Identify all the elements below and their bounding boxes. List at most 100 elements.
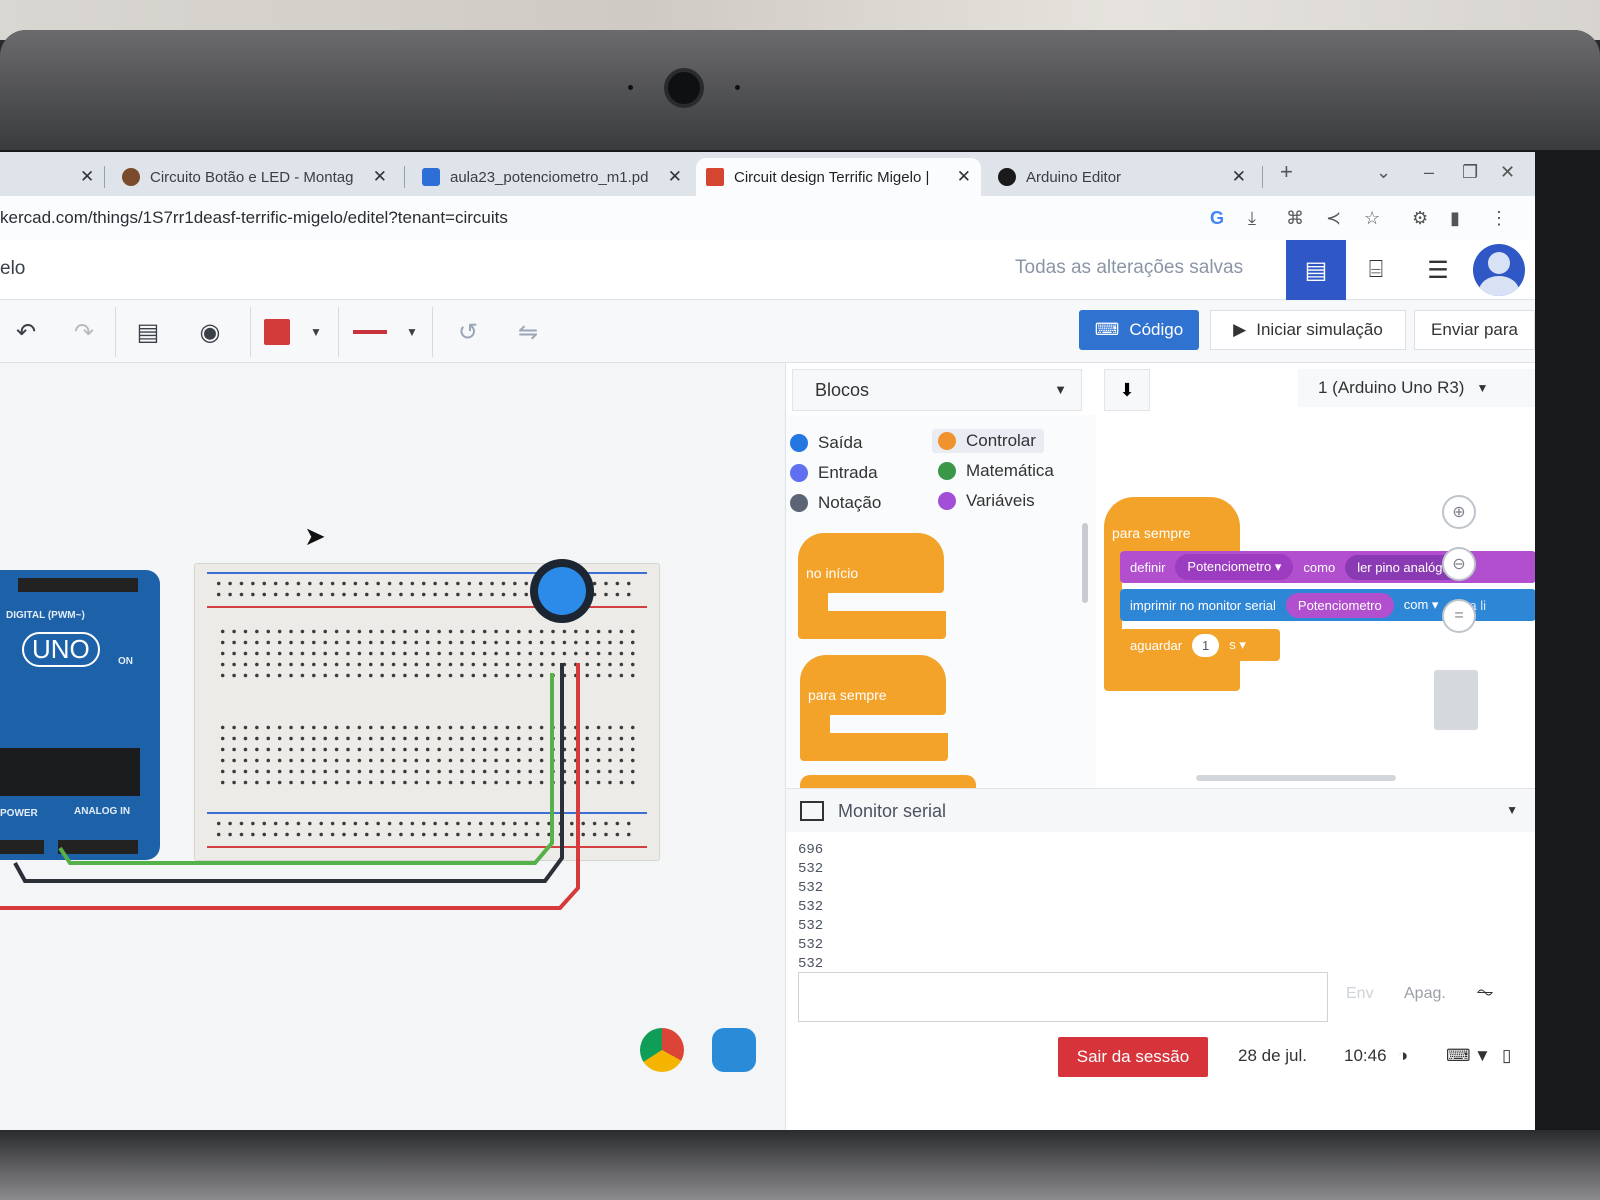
serial-line: 532	[798, 861, 824, 877]
category-controlar[interactable]: Controlar	[932, 429, 1044, 453]
star-icon[interactable]: ☆	[1364, 208, 1380, 229]
trash-icon[interactable]	[1434, 670, 1478, 730]
tab-title: Circuito Botão e LED - Montag	[150, 168, 354, 186]
palette-block-partial[interactable]	[800, 775, 976, 788]
share-icon[interactable]: ≺	[1326, 208, 1341, 229]
start-simulation-label: Iniciar simulação	[1256, 320, 1383, 339]
serial-monitor-icon	[800, 801, 824, 821]
minimize-icon[interactable]: –	[1424, 162, 1434, 183]
notes-visibility-icon[interactable]: ◉	[190, 313, 230, 351]
download-icon: ⬇	[1119, 379, 1135, 400]
send-button[interactable]: Env	[1346, 985, 1374, 1003]
install-icon[interactable]: ⤓	[1248, 208, 1256, 229]
google-icon[interactable]: G	[1210, 208, 1224, 229]
close-icon[interactable]: ✕	[80, 167, 94, 187]
shelf-time[interactable]: 10:46	[1344, 1046, 1387, 1066]
battery-icon[interactable]: ▯	[1502, 1046, 1511, 1066]
keyboard-layout-icon[interactable]: ⌨	[1446, 1046, 1471, 1066]
variable-dropdown[interactable]: Potenciometro ▾	[1175, 554, 1294, 580]
notes-icon[interactable]: ▤	[128, 313, 168, 351]
rotate-icon[interactable]: ↺	[448, 313, 488, 351]
workspace-scrollbar[interactable]	[1196, 775, 1396, 781]
code-panel: Blocos ▼ ⬇ 1 (Arduino Uno R3) ▼ Saída En…	[785, 363, 1535, 1132]
wire-style[interactable]	[350, 313, 390, 351]
url-text[interactable]: kercad.com/things/1S7rr1deasf-terrific-m…	[0, 208, 508, 228]
chevron-down-icon[interactable]: ▼	[404, 313, 420, 351]
download-button[interactable]: ⬇	[1104, 369, 1150, 411]
close-icon[interactable]: ✕	[668, 167, 682, 187]
color-swatch[interactable]	[262, 313, 292, 351]
category-notacao[interactable]: Notação	[790, 493, 881, 513]
component-list-button[interactable]: ☰	[1408, 240, 1468, 300]
zoom-in-icon[interactable]: ⊕	[1442, 495, 1476, 529]
tab-circuito-botao[interactable]: Circuito Botão e LED - Montag ✕	[112, 158, 397, 196]
zoom-reset-icon[interactable]: =	[1442, 599, 1476, 633]
caret-down-icon: ▼	[1054, 382, 1067, 397]
zoom-out-icon[interactable]: ⊖	[1442, 547, 1476, 581]
category-saida[interactable]: Saída	[790, 433, 862, 453]
flip-icon[interactable]: ⇋	[508, 313, 548, 351]
wait-block[interactable]: aguardar 1 s ▾	[1120, 629, 1280, 661]
new-tab-icon[interactable]: +	[1280, 159, 1293, 185]
tab-arduino-editor[interactable]: Arduino Editor ✕	[988, 158, 1256, 196]
avatar[interactable]	[1473, 244, 1525, 296]
send-to-button[interactable]: Enviar para	[1414, 310, 1535, 350]
block-label: definir	[1130, 559, 1166, 575]
block-label: para sempre	[1112, 525, 1191, 541]
tab-circuit-design[interactable]: Circuit design Terrific Migelo | ✕	[696, 158, 981, 196]
chrome-app-icon[interactable]	[640, 1028, 684, 1072]
code-button[interactable]: ⌨ Código	[1079, 310, 1199, 350]
circuit-view-button[interactable]: ▤	[1286, 240, 1346, 300]
shelf-date[interactable]: 28 de jul.	[1238, 1046, 1307, 1066]
board-select[interactable]: 1 (Arduino Uno R3) ▼	[1298, 369, 1535, 407]
code-mode-value: Blocos	[815, 379, 870, 400]
menu-icon[interactable]: ⋮	[1490, 208, 1508, 229]
tab-hidden[interactable]: ✕	[0, 158, 100, 196]
block-label: aguardar	[1130, 637, 1183, 653]
redo-icon[interactable]: ↷	[66, 313, 102, 351]
category-matematica[interactable]: Matemática	[938, 461, 1054, 481]
start-simulation-button[interactable]: ▶ Iniciar simulação	[1210, 310, 1406, 350]
category-entrada[interactable]: Entrada	[790, 463, 878, 483]
circuit-toolbar: ↶ ↷ ▤ ◉ ▼ ▼ ↺ ⇋ ⌨ Código ▶ Iniciar simul…	[0, 301, 1535, 363]
close-icon[interactable]: ✕	[1232, 167, 1246, 187]
tinkercad-grid-favicon-icon	[706, 168, 724, 186]
clear-button[interactable]: Apag.	[1404, 985, 1446, 1003]
send-to-label: Enviar para	[1431, 320, 1518, 339]
logout-button[interactable]: Sair da sessão	[1058, 1037, 1208, 1077]
category-dot-icon	[938, 462, 956, 480]
camera-sensor	[628, 85, 633, 90]
undo-icon[interactable]: ↶	[8, 313, 44, 351]
category-variaveis[interactable]: Variáveis	[938, 491, 1035, 511]
translate-icon[interactable]: ⌘	[1286, 208, 1304, 229]
circuit-canvas[interactable]: ➤ DIGITAL (PWM~) UNO ON POWER ANALOG IN	[0, 363, 785, 1132]
serial-monitor-header[interactable]: Monitor serial ▼	[786, 788, 1535, 832]
collapse-icon[interactable]: ▼	[1506, 803, 1518, 817]
close-icon[interactable]: ✕	[373, 167, 387, 187]
tab-title: Circuit design Terrific Migelo |	[734, 168, 930, 186]
wait-unit-dropdown[interactable]: s ▾	[1229, 637, 1246, 653]
palette-scrollbar[interactable]	[1082, 523, 1088, 603]
files-app-icon[interactable]	[712, 1028, 756, 1072]
schematic-view-button[interactable]: ⌸	[1346, 240, 1406, 300]
close-icon[interactable]: ✕	[957, 167, 971, 187]
extensions-icon[interactable]: ⚙	[1412, 208, 1428, 229]
code-mode-select[interactable]: Blocos ▼	[792, 369, 1082, 411]
wifi-icon[interactable]: ▼	[1474, 1046, 1491, 1066]
restore-icon[interactable]: ❐	[1462, 162, 1478, 183]
variable-reporter[interactable]: Potenciometro	[1285, 592, 1394, 618]
serial-input[interactable]	[798, 972, 1328, 1022]
graph-icon[interactable]: ⏦	[1476, 979, 1494, 1005]
blocks-workspace[interactable]: para sempre definir Potenciometro ▾ como…	[1096, 415, 1535, 788]
chevron-down-icon[interactable]: ⌄	[1376, 162, 1391, 183]
wait-value-input[interactable]: 1	[1192, 633, 1220, 657]
chevron-down-icon[interactable]: ▼	[308, 313, 324, 351]
category-dot-icon	[790, 464, 808, 482]
window-close-icon[interactable]: ✕	[1500, 162, 1515, 183]
sidepanel-icon[interactable]: ▮	[1450, 208, 1460, 229]
tab-aula23-pdf[interactable]: aula23_potenciometro_m1.pd ✕	[412, 158, 692, 196]
project-title[interactable]: elo	[0, 258, 25, 280]
block-categories: Saída Entrada Notação Controlar Matemáti…	[786, 415, 1096, 788]
status-icon[interactable]: ◑	[1398, 1046, 1408, 1066]
newline-dropdown[interactable]: com ▾	[1404, 597, 1439, 613]
